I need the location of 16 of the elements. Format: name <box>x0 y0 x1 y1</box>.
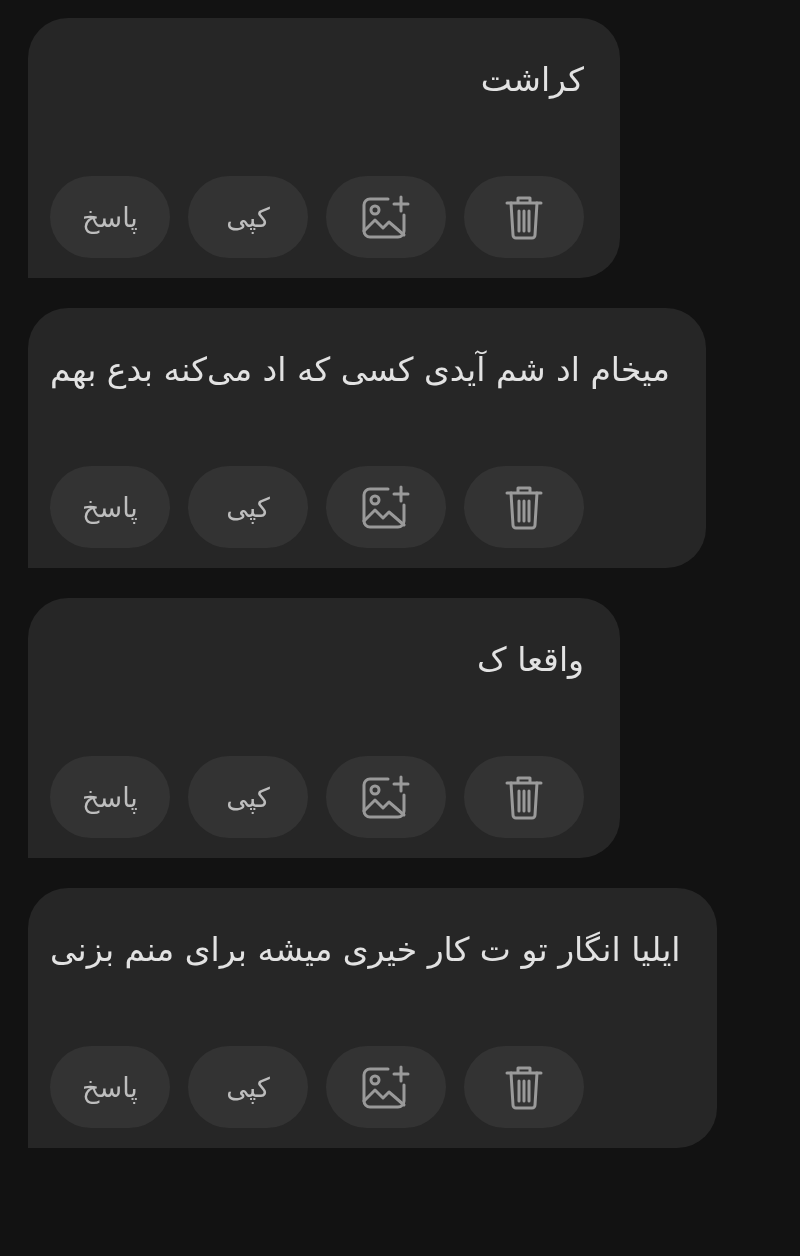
image-plus-icon <box>360 193 412 241</box>
action-button[interactable]: کپی <box>188 1046 308 1128</box>
action-button[interactable]: پاسخ <box>50 756 170 838</box>
action-button[interactable]: کپی <box>188 466 308 548</box>
action-button[interactable]: پاسخ <box>50 176 170 258</box>
message-text: واقعا ک <box>476 639 584 681</box>
action-button[interactable]: کپی <box>188 756 308 838</box>
message-text: کراشت <box>479 59 584 101</box>
image-plus-icon <box>360 1063 412 1111</box>
message-text: ایلیا انگار تو ت کار خیری میشه برای منم بزنی <box>50 929 681 971</box>
message-text: میخام اد شم آیدی کسی که اد می‌کنه بدع بهم <box>50 349 670 391</box>
action-button[interactable]: پاسخ <box>50 1046 170 1128</box>
image-plus-icon <box>360 773 412 821</box>
image-plus-icon <box>360 483 412 531</box>
action-button[interactable]: پاسخ <box>50 466 170 548</box>
action-button[interactable]: کپی <box>188 176 308 258</box>
